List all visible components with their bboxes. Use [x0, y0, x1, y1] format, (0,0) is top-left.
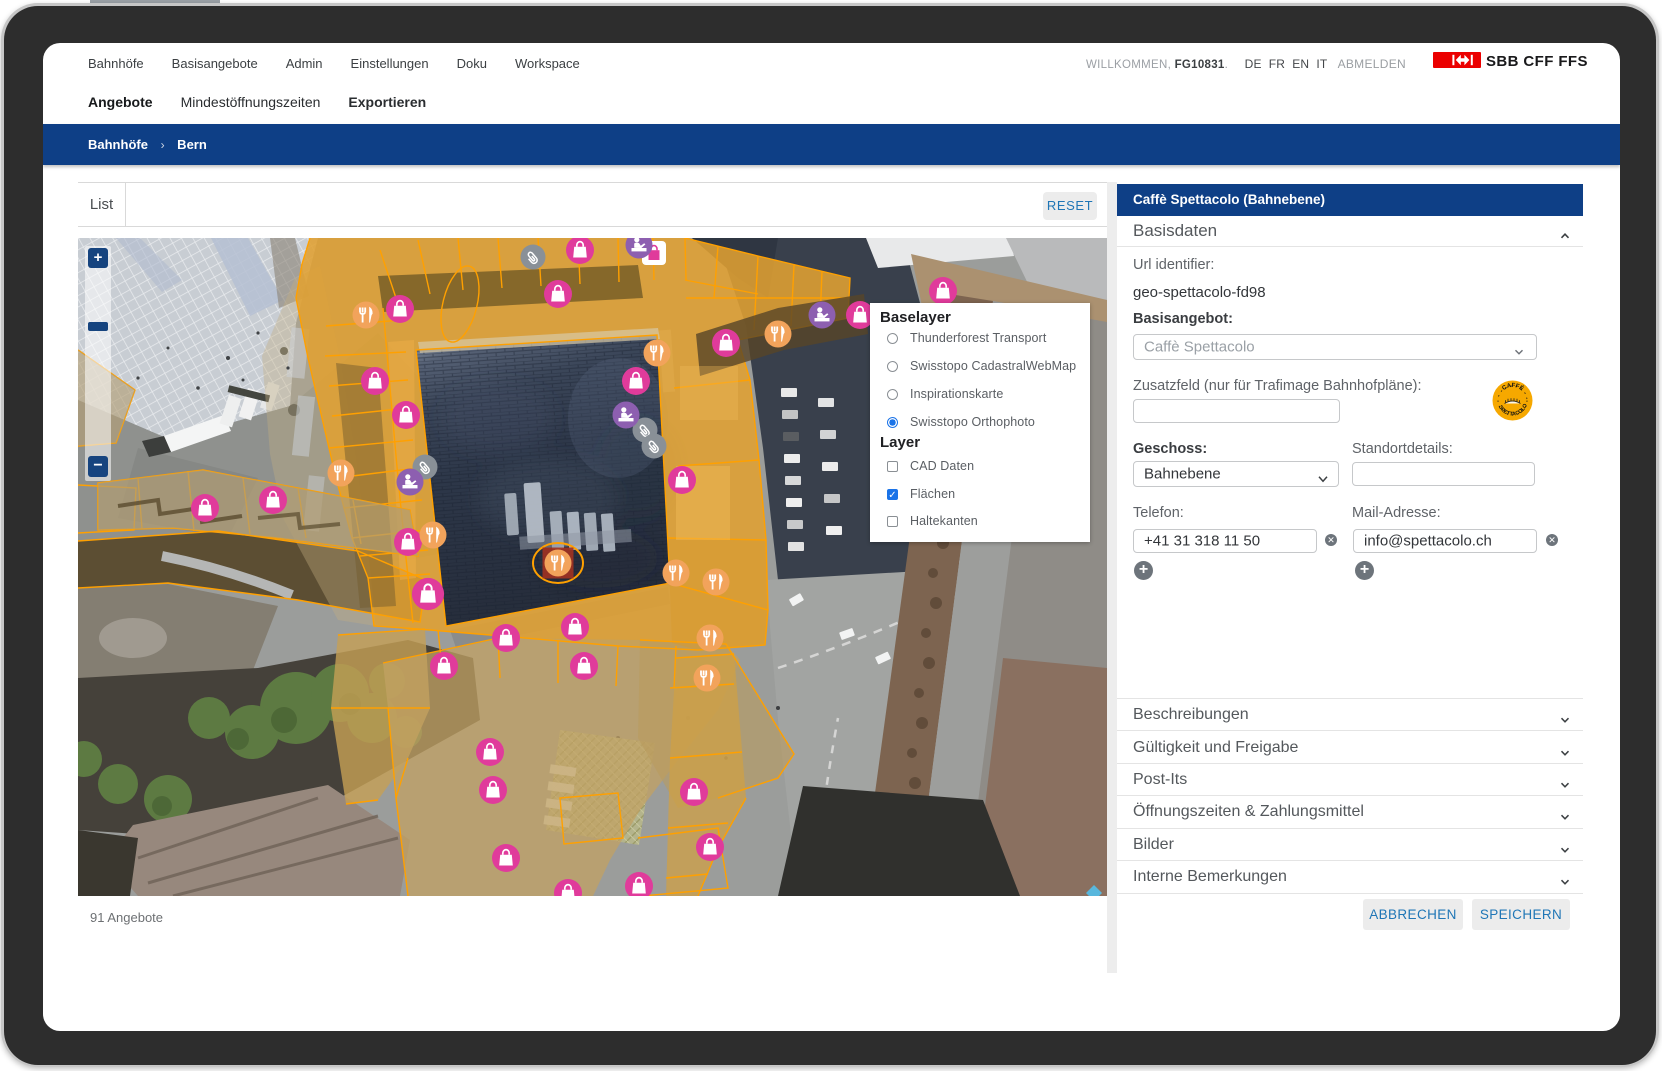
svg-text:SBB CFF FFS: SBB CFF FFS	[1486, 53, 1588, 70]
